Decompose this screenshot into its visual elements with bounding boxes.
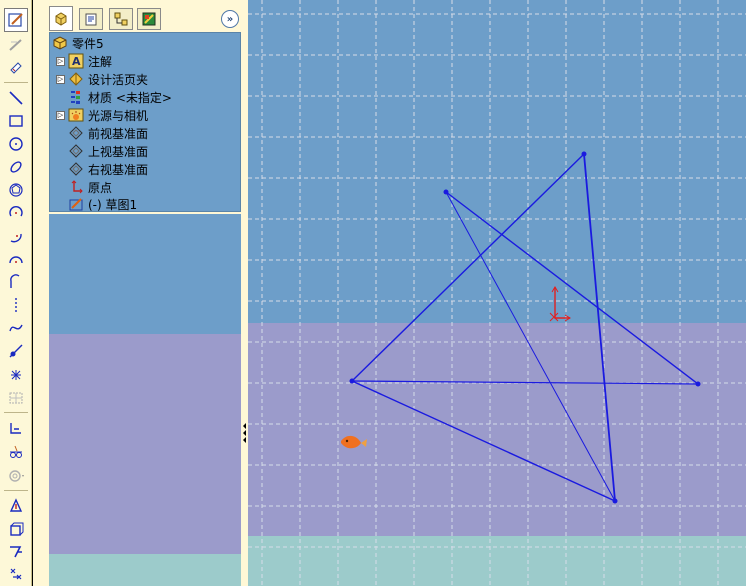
background-bottom (248, 536, 746, 586)
solidworks-window: » 零件5 ▷ A 注解 ▷ 设计活页夹 材质 <未指定> ▷ 光源与相机 前视… (0, 0, 746, 586)
scale-icon[interactable] (5, 564, 27, 584)
tree-item-label: 光源与相机 (88, 108, 149, 123)
display-delete-relations-icon[interactable] (5, 388, 27, 408)
tree-item-label: (-) 草图1 (88, 197, 138, 212)
sketch-fillet-icon[interactable] (5, 318, 27, 338)
convert-entities-icon[interactable] (5, 442, 27, 462)
feature-manager-tab[interactable] (49, 6, 73, 31)
tree-item-origin[interactable]: 原点 (68, 178, 112, 196)
centerline-icon[interactable] (5, 272, 27, 292)
background-top (248, 0, 746, 323)
panel-tab-bar: » (33, 0, 245, 32)
svg-text:A: A (72, 55, 81, 68)
point-icon[interactable] (5, 341, 27, 361)
sketch-icon[interactable] (4, 8, 28, 32)
expand-icon[interactable]: ▷ (56, 74, 65, 84)
expand-icon[interactable]: ▷ (56, 56, 65, 66)
lights-cameras-icon (68, 107, 84, 123)
viewport-backdrop-strip (49, 214, 241, 586)
expand-panel-button[interactable]: » (221, 10, 239, 28)
plane-icon (68, 143, 84, 159)
tree-item-label: 原点 (88, 180, 113, 195)
tangent-arc-icon[interactable] (5, 249, 27, 269)
tree-root-part[interactable]: 零件5 (52, 34, 104, 52)
three-point-arc-icon[interactable] (5, 226, 27, 246)
sketch-canvas[interactable] (248, 0, 746, 586)
tree-item-front-plane[interactable]: 前视基准面 (68, 124, 148, 142)
sketch-point[interactable] (443, 189, 449, 195)
part-icon (52, 35, 68, 51)
rectangle-icon[interactable] (5, 111, 27, 131)
feature-manager-panel: » 零件5 ▷ A 注解 ▷ 设计活页夹 材质 <未指定> ▷ 光源与相机 前视… (33, 0, 245, 586)
sketch-point[interactable] (695, 381, 701, 387)
tree-item-top-plane[interactable]: 上视基准面 (68, 142, 148, 160)
design-binder-icon (68, 71, 84, 87)
trim-icon[interactable] (5, 519, 27, 539)
ellipse-icon[interactable] (5, 157, 27, 177)
tree-root-label: 零件5 (72, 36, 104, 51)
tree-item-label: 设计活页夹 (88, 72, 149, 87)
tree-item-right-plane[interactable]: 右视基准面 (68, 160, 148, 178)
material-icon (68, 89, 84, 105)
tree-item-lights-cameras[interactable]: ▷ 光源与相机 (56, 106, 148, 124)
annotation-icon: A (68, 53, 84, 69)
expand-icon[interactable]: ▷ (56, 110, 65, 120)
sketch-point[interactable] (349, 378, 355, 384)
centerpoint-arc-icon[interactable] (5, 203, 27, 223)
tree-item-material[interactable]: 材质 <未指定> (68, 88, 172, 106)
plane-icon (68, 161, 84, 177)
tree-item-sketch1[interactable]: (-) 草图1 (68, 195, 137, 213)
grid-icon[interactable] (5, 365, 27, 385)
mirror-entities-icon[interactable] (5, 418, 27, 438)
sketch-point[interactable] (612, 498, 618, 504)
polygon-icon[interactable] (5, 180, 27, 200)
graphics-area[interactable] (248, 0, 746, 586)
property-manager-tab[interactable] (79, 8, 103, 30)
relations-icon[interactable] (5, 57, 27, 77)
plane-icon (68, 125, 84, 141)
sketch-toolbar (0, 0, 32, 586)
feature-tree: 零件5 ▷ A 注解 ▷ 设计活页夹 材质 <未指定> ▷ 光源与相机 前视基准… (49, 32, 241, 212)
configuration-manager-tab[interactable] (109, 8, 133, 30)
tree-item-label: 右视基准面 (88, 162, 149, 177)
tree-item-label: 上视基准面 (88, 144, 149, 159)
dim-xpert-tab[interactable] (137, 8, 161, 30)
tree-item-annotations[interactable]: ▷ A 注解 (56, 52, 112, 70)
tree-item-label: 材质 <未指定> (88, 90, 172, 105)
origin-icon (68, 179, 84, 195)
move-icon[interactable] (5, 542, 27, 562)
tree-item-label: 前视基准面 (88, 126, 149, 141)
offset-entities-icon[interactable] (5, 466, 27, 486)
smart-dimension-icon[interactable] (5, 35, 27, 55)
line-icon[interactable] (5, 88, 27, 108)
spline-icon[interactable] (5, 295, 27, 315)
extrude-icon[interactable] (5, 496, 27, 516)
circle-icon[interactable] (5, 134, 27, 154)
background-middle (248, 323, 746, 536)
tree-item-label: 注解 (88, 54, 113, 69)
sketch-point[interactable] (581, 151, 587, 157)
tree-item-design-binder[interactable]: ▷ 设计活页夹 (56, 70, 148, 88)
sketch-icon (68, 196, 84, 212)
